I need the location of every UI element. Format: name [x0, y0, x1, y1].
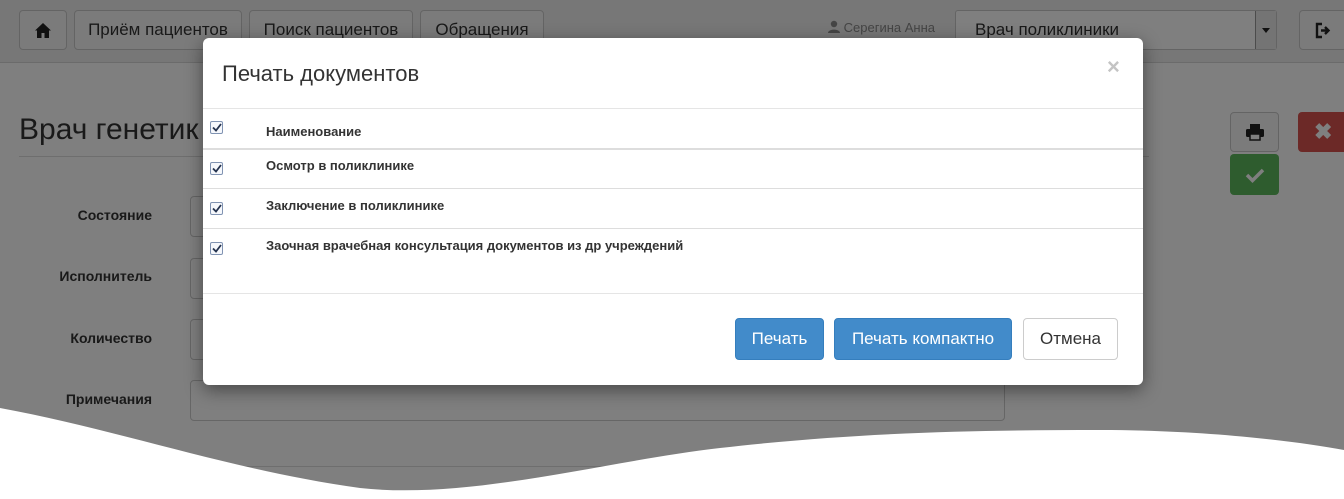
torn-edge-decoration: [0, 408, 1344, 499]
